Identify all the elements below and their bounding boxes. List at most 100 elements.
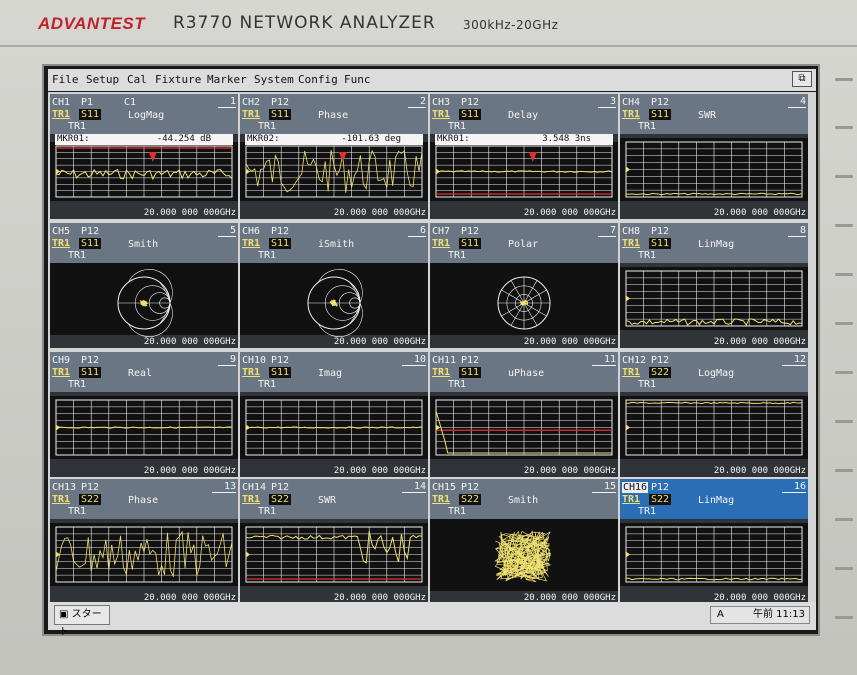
menu-fixture[interactable]: Fixture (155, 73, 201, 86)
menu-func[interactable]: Func (344, 73, 371, 86)
channel-panel[interactable]: CH5 P12 5 TR1 S11 Smith TR1 20.000 000 000GHz (50, 223, 238, 348)
format-label[interactable]: Phase (318, 110, 348, 121)
s-parameter[interactable]: S11 (459, 238, 482, 249)
ime-indicator[interactable]: A (717, 607, 724, 623)
trace-label[interactable]: TR1 (622, 238, 640, 249)
trace-label[interactable]: TR1 (242, 367, 260, 378)
format-label[interactable]: uPhase (508, 368, 544, 379)
channel-panel[interactable]: CH3 P12 3 TR1 S11 Delay TR1 20.000 000 000GHz MK… (430, 94, 618, 219)
format-label[interactable]: Smith (508, 495, 538, 506)
trace-sub-label: TR1 (638, 506, 657, 517)
s-parameter[interactable]: S11 (649, 238, 672, 249)
format-label[interactable]: SWR (318, 495, 336, 506)
format-label[interactable]: SWR (698, 110, 716, 121)
trace-label[interactable]: TR1 (432, 238, 450, 249)
s-parameter[interactable]: S11 (459, 367, 482, 378)
s-parameter[interactable]: S22 (459, 494, 482, 505)
menu-config[interactable]: Config (298, 73, 338, 86)
channel-panel[interactable]: CH6 P12 6 TR1 S11 iSmith TR1 20.000 000 000GHz (240, 223, 428, 348)
trace-label[interactable]: TR1 (622, 109, 640, 120)
trace-label[interactable]: TR1 (52, 494, 70, 505)
stop-frequency: 20.000 000 000GHz (333, 208, 426, 218)
format-label[interactable]: Imag (318, 368, 342, 379)
trace-label[interactable]: TR1 (242, 109, 260, 120)
channel-panel[interactable]: CH4 P12 4 TR1 S11 SWR TR1 20.000 000 000GHz (620, 94, 808, 219)
s-parameter[interactable]: S11 (269, 109, 292, 120)
stop-frequency: 20.000 000 000GHz (713, 208, 806, 218)
channel-panel[interactable]: CH10 P12 10 TR1 S11 Imag TR1 20.000 000 000GHz (240, 352, 428, 477)
trace-label[interactable]: TR1 (52, 367, 70, 378)
format-label[interactable]: LogMag (128, 110, 164, 121)
trace-label[interactable]: TR1 (52, 238, 70, 249)
softkey-mark[interactable] (835, 420, 853, 423)
s-parameter[interactable]: S11 (79, 367, 102, 378)
s-parameter[interactable]: S11 (269, 238, 292, 249)
start-button[interactable]: ▣ スタート (54, 605, 110, 638)
channel-number: 15 (591, 481, 616, 493)
softkey-mark[interactable] (835, 273, 853, 276)
port-label: P12 (651, 482, 670, 493)
trace-label[interactable]: TR1 (242, 238, 260, 249)
trace-label[interactable]: TR1 (622, 494, 640, 505)
softkey-mark[interactable] (835, 616, 853, 619)
softkey-mark[interactable] (835, 567, 853, 570)
channel-number: 3 (597, 96, 616, 108)
s-parameter[interactable]: S22 (269, 494, 292, 505)
channel-panel[interactable]: CH9 P12 9 TR1 S11 Real TR1 20.000 000 000GHz (50, 352, 238, 477)
format-label[interactable]: Delay (508, 110, 538, 121)
softkey-mark[interactable] (835, 78, 853, 81)
channel-panel[interactable]: CH8 P12 8 TR1 S11 LinMag TR1 20.000 000 000GHz (620, 223, 808, 348)
s-parameter[interactable]: S11 (79, 238, 102, 249)
channel-panel[interactable]: CH15 P12 15 TR1 S22 Smith TR1 20.000 000 000GHz (430, 479, 618, 604)
channel-panel[interactable]: CH16 P12 16 TR1 S22 LinMag TR1 20.000 000 000GH… (620, 479, 808, 604)
softkey-mark[interactable] (835, 469, 853, 472)
marker-value: -101.63 deg (341, 134, 401, 144)
menu-setup[interactable]: Setup (86, 73, 119, 86)
s-parameter[interactable]: S22 (79, 494, 102, 505)
format-label[interactable]: Polar (508, 239, 538, 250)
softkey-mark[interactable] (835, 518, 853, 521)
channel-panel[interactable]: CH1 P1 C1 1 TR1 S11 LogMag TR1 20.000 000 000GHz… (50, 94, 238, 219)
menu-system[interactable]: System (254, 73, 294, 86)
softkey-mark[interactable] (835, 224, 853, 227)
menu-cal[interactable]: Cal (127, 73, 147, 86)
channel-panel[interactable]: CH13 P12 13 TR1 S22 Phase TR1 20.000 000 000GHz (50, 479, 238, 604)
softkey-mark[interactable] (835, 322, 853, 325)
channel-label: CH9 (52, 355, 71, 366)
port-label: P12 (651, 355, 670, 366)
trace-label[interactable]: TR1 (622, 367, 640, 378)
softkey-mark[interactable] (835, 175, 853, 178)
trace-label[interactable]: TR1 (432, 494, 450, 505)
trace-label[interactable]: TR1 (52, 109, 70, 120)
channel-panel[interactable]: CH11 P12 11 TR1 S11 uPhase TR1 20.000 000 000GH… (430, 352, 618, 477)
s-parameter[interactable]: S22 (649, 367, 672, 378)
format-label[interactable]: Smith (128, 239, 158, 250)
softkey-mark[interactable] (835, 126, 853, 129)
channel-panel[interactable]: CH12 P12 12 TR1 S22 LogMag TR1 20.000 000 000GH… (620, 352, 808, 477)
s-parameter[interactable]: S11 (79, 109, 102, 120)
channel-panel[interactable]: CH7 P12 7 TR1 S11 Polar TR1 20.000 000 000GHz (430, 223, 618, 348)
menu-marker[interactable]: Marker (207, 73, 247, 86)
format-label[interactable]: Real (128, 368, 152, 379)
format-label[interactable]: LinMag (698, 239, 734, 250)
menu-bar: File Setup Cal Fixture Marker System Con… (48, 69, 816, 91)
restore-window-icon[interactable]: ⧉ (792, 71, 812, 87)
s-parameter[interactable]: S11 (649, 109, 672, 120)
trace-label[interactable]: TR1 (432, 109, 450, 120)
trace-sub-label: TR1 (68, 379, 87, 390)
trace-label[interactable]: TR1 (242, 494, 260, 505)
s-parameter[interactable]: S22 (649, 494, 672, 505)
menu-file[interactable]: File (52, 73, 79, 86)
s-parameter[interactable]: S11 (459, 109, 482, 120)
s-parameter[interactable]: S11 (269, 367, 292, 378)
channel-number: 12 (781, 354, 806, 366)
format-label[interactable]: LinMag (698, 495, 734, 506)
format-label[interactable]: LogMag (698, 368, 734, 379)
channel-label: CH16 (622, 482, 649, 493)
channel-panel[interactable]: CH2 P12 2 TR1 S11 Phase TR1 20.000 000 000GHz MK… (240, 94, 428, 219)
trace-label[interactable]: TR1 (432, 367, 450, 378)
format-label[interactable]: iSmith (318, 239, 354, 250)
format-label[interactable]: Phase (128, 495, 158, 506)
softkey-mark[interactable] (835, 371, 853, 374)
channel-panel[interactable]: CH14 P12 14 TR1 S22 SWR TR1 20.000 000 000GHz (240, 479, 428, 604)
